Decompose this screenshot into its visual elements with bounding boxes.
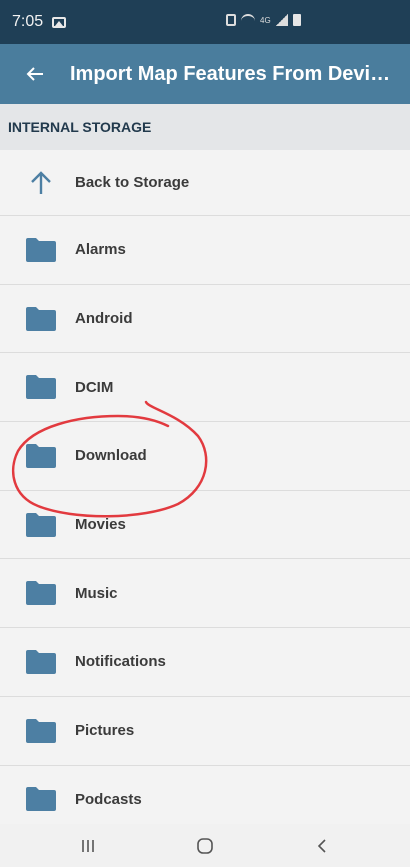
folder-row-pictures[interactable]: Pictures — [0, 697, 410, 766]
mute-icon — [226, 14, 236, 26]
back-to-storage-label: Back to Storage — [75, 174, 190, 191]
folder-label: Movies — [75, 516, 126, 534]
lte-label: 4G — [260, 15, 271, 25]
up-icon-wrap — [0, 170, 75, 196]
arrow-up-icon — [30, 170, 51, 194]
folder-row-notifications[interactable]: Notifications — [0, 628, 410, 697]
chevron-left-icon — [317, 838, 326, 853]
system-back-button[interactable] — [292, 824, 352, 867]
folder-icon — [25, 443, 56, 468]
folder-icon — [25, 787, 56, 812]
home-icon — [197, 837, 213, 854]
back-button[interactable] — [10, 44, 60, 104]
status-bar: 7:05 4G — [0, 0, 410, 44]
folder-label: Music — [75, 584, 118, 602]
folder-icon — [25, 237, 56, 262]
folder-icon — [25, 512, 56, 537]
system-nav-bar — [0, 824, 410, 867]
back-to-storage-row[interactable]: Back to Storage — [0, 150, 410, 216]
wifi-icon — [241, 14, 255, 26]
status-time: 7:05 — [12, 13, 44, 30]
status-icons: 4G — [226, 14, 301, 26]
folder-icon — [25, 306, 56, 331]
folder-label: Pictures — [75, 722, 135, 740]
folder-icon — [25, 375, 56, 400]
folder-row-android[interactable]: Android — [0, 285, 410, 354]
folder-row-download[interactable]: Download — [0, 422, 410, 491]
recent-apps-button[interactable] — [58, 824, 118, 867]
folder-icon — [25, 581, 56, 606]
battery-icon — [292, 14, 301, 26]
folder-row-music[interactable]: Music — [0, 559, 410, 629]
folder-row-alarms[interactable]: Alarms — [0, 216, 410, 285]
folder-row-movies[interactable]: Movies — [0, 491, 410, 560]
file-list: Back to Storage Alarms Android DCIM Down… — [0, 150, 410, 835]
gallery-notification-icon — [52, 16, 67, 28]
folder-label: Download — [75, 447, 147, 465]
folder-icon — [25, 718, 56, 743]
section-header: INTERNAL STORAGE — [0, 104, 410, 150]
folder-label: DCIM — [75, 378, 114, 396]
recent-apps-icon — [82, 839, 95, 852]
signal-icon — [275, 14, 288, 26]
home-button[interactable] — [175, 824, 235, 867]
folder-label: Android — [75, 310, 133, 328]
folder-row-dcim[interactable]: DCIM — [0, 353, 410, 423]
folder-label: Notifications — [75, 653, 166, 671]
arrow-left-icon — [26, 67, 43, 81]
folder-label: Alarms — [75, 241, 126, 259]
folder-label: Podcasts — [75, 790, 142, 808]
app-bar: Import Map Features From Device... — [0, 44, 410, 104]
page-title: Import Map Features From Device... — [70, 62, 400, 85]
folder-icon — [25, 649, 56, 674]
